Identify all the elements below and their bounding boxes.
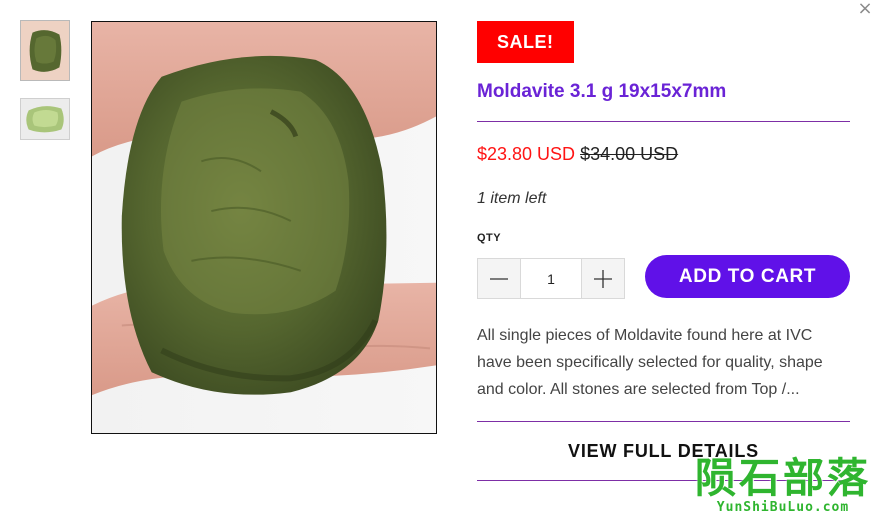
stock-note: 1 item left (477, 190, 547, 207)
divider (477, 480, 850, 481)
add-to-cart-button[interactable]: ADD TO CART (645, 255, 850, 298)
moldavite-thumbnail-light-icon (21, 99, 69, 139)
view-full-details-link[interactable]: VIEW FULL DETAILS (477, 422, 850, 480)
increase-qty-button[interactable] (582, 259, 624, 298)
thumbnail-2[interactable] (20, 98, 70, 140)
price-row: $23.80 USD $34.00 USD (477, 143, 850, 165)
sale-badge: SALE! (477, 21, 574, 63)
moldavite-photo-icon (92, 22, 436, 433)
product-title[interactable]: Moldavite 3.1 g 19x15x7mm (477, 80, 850, 104)
product-description: All single pieces of Moldavite found her… (477, 327, 823, 398)
product-details: SALE! Moldavite 3.1 g 19x15x7mm $23.80 U… (477, 21, 850, 481)
plus-icon (594, 269, 612, 288)
divider (477, 121, 850, 122)
quantity-stepper (477, 258, 625, 299)
close-icon[interactable]: × (856, 0, 874, 18)
watermark-latin: YunShiBuLuo.com (716, 500, 850, 515)
compare-at-price: $34.00 USD (580, 144, 679, 164)
minus-icon (490, 277, 508, 280)
decrease-qty-button[interactable] (478, 259, 520, 298)
sale-price: $23.80 USD (477, 144, 576, 164)
main-product-image[interactable] (91, 21, 437, 434)
thumbnail-1[interactable] (20, 20, 70, 81)
quantity-input[interactable] (520, 259, 582, 298)
qty-label: QTY (477, 232, 502, 244)
qty-row: ADD TO CART (477, 255, 850, 299)
moldavite-thumbnail-dark-icon (21, 21, 69, 80)
